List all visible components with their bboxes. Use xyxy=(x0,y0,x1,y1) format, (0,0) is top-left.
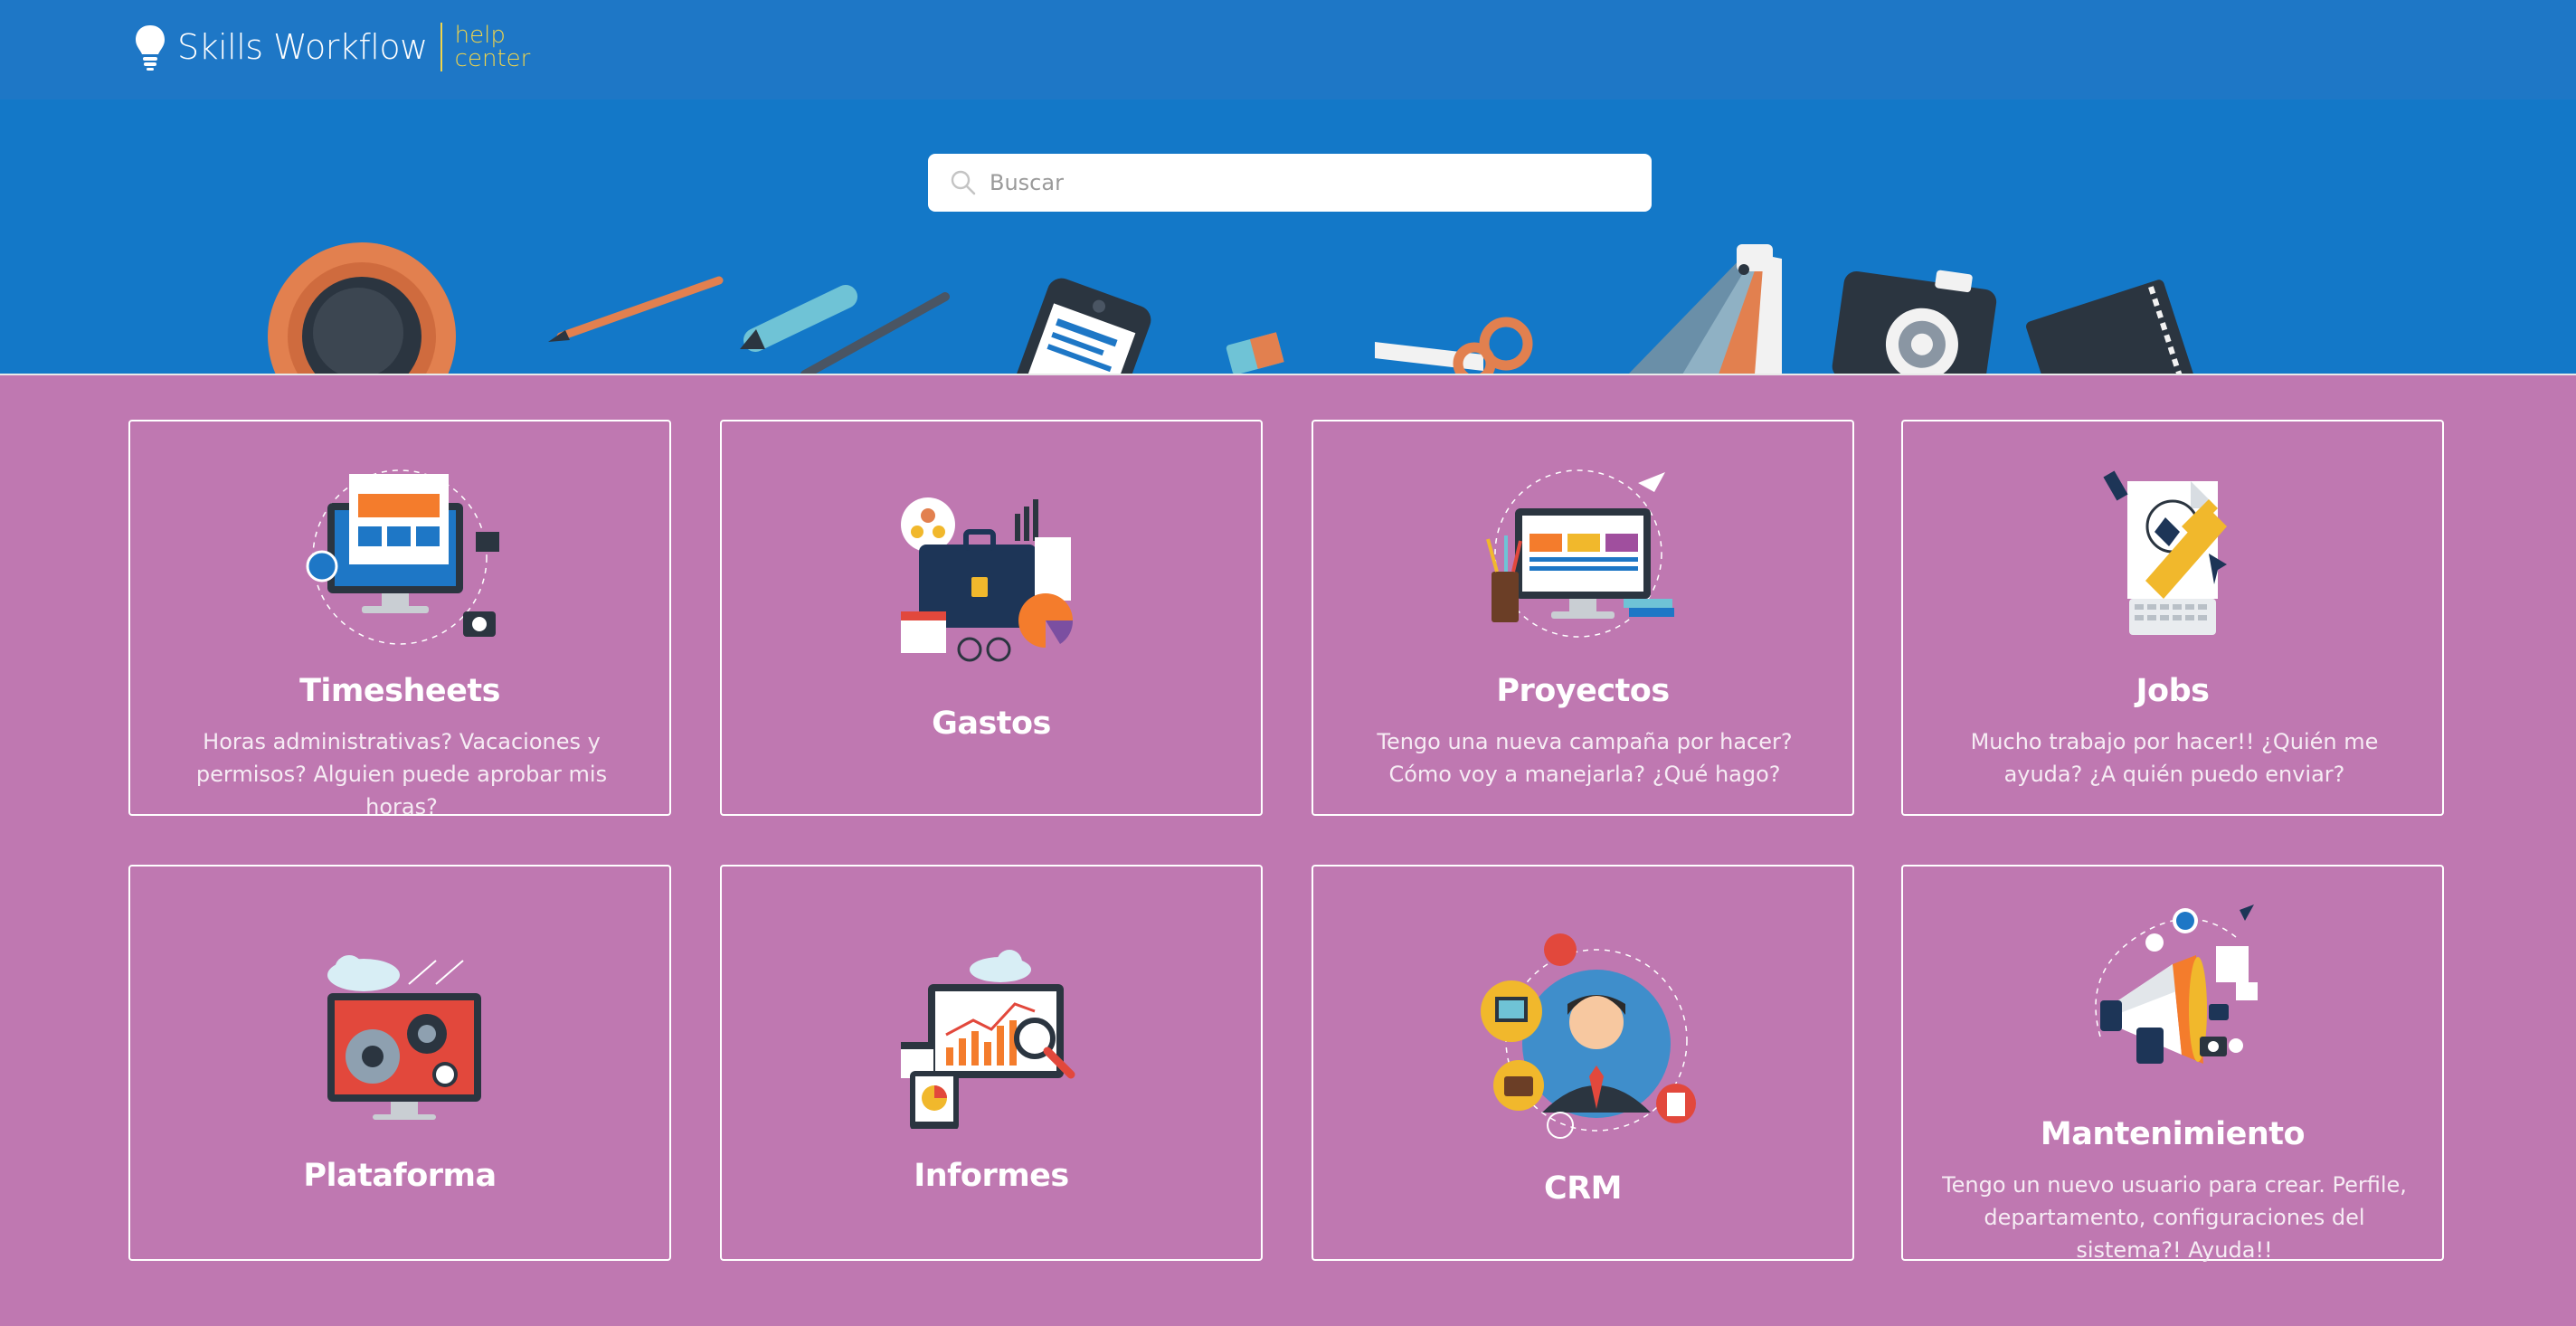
projects-illustration xyxy=(1486,469,1674,638)
hero-desk-illustration xyxy=(268,242,2195,374)
category-title: Plataforma xyxy=(303,1158,497,1194)
maintenance-illustration xyxy=(2095,905,2258,1064)
notebook-icon xyxy=(2026,279,2195,374)
category-card-informes[interactable]: Informes xyxy=(720,865,1263,1261)
category-description: Tengo un nuevo usuario para crear. Perfi… xyxy=(1942,1172,2407,1263)
hero-banner xyxy=(0,99,2576,374)
search-icon xyxy=(951,170,976,195)
hero-divider xyxy=(0,374,2576,375)
category-description: Tengo una nueva campaña por hacer? Cómo … xyxy=(1377,729,1793,787)
color-swatch-icon xyxy=(1628,244,1782,374)
category-title: Proyectos xyxy=(1496,673,1670,709)
platform-illustration xyxy=(327,955,481,1120)
category-title: Informes xyxy=(914,1158,1069,1194)
eraser-icon xyxy=(1226,332,1284,374)
category-title: Timesheets xyxy=(299,673,500,709)
category-description: Mucho trabajo por hacer!! ¿Quién me ayud… xyxy=(1970,729,2379,787)
coffee-cup-icon xyxy=(268,242,456,374)
search-box[interactable] xyxy=(928,154,1652,212)
category-title: Mantenimiento xyxy=(2040,1116,2306,1152)
reports-illustration xyxy=(901,950,1075,1129)
brand-subtitle: help center xyxy=(454,22,531,72)
marker-icon xyxy=(740,285,857,352)
jobs-illustration xyxy=(2103,470,2227,635)
expenses-illustration xyxy=(901,497,1074,662)
crm-illustration xyxy=(1481,933,1696,1139)
timesheet-illustration xyxy=(306,469,499,645)
category-title: Jobs xyxy=(2136,673,2210,709)
category-card-gastos[interactable]: Gastos xyxy=(720,420,1263,816)
brand-divider xyxy=(440,23,442,71)
category-card-crm[interactable]: CRM xyxy=(1312,865,1854,1261)
brand-name: Skills Workflow xyxy=(177,27,428,67)
top-bar: Skills Workflow help center xyxy=(0,0,2576,99)
category-title: CRM xyxy=(1544,1170,1622,1207)
category-card-proyectos[interactable]: Proyectos Tengo una nueva campaña por ha… xyxy=(1312,420,1854,816)
category-card-mantenimiento[interactable]: Mantenimiento Tengo un nuevo usuario par… xyxy=(1901,865,2444,1263)
camera-icon xyxy=(1832,270,1997,374)
category-card-plataforma[interactable]: Plataforma xyxy=(128,865,671,1261)
brand-logo[interactable]: Skills Workflow help center xyxy=(132,20,530,74)
scissors-icon xyxy=(1375,317,1533,374)
category-title: Gastos xyxy=(932,706,1051,742)
search-input[interactable] xyxy=(988,169,1624,196)
lightbulb-icon xyxy=(136,25,165,71)
paintbrush-icon xyxy=(548,276,724,342)
category-description: Horas administrativas? Vacaciones y perm… xyxy=(195,729,608,819)
phone-icon xyxy=(1004,278,1151,374)
category-card-jobs[interactable]: Jobs Mucho trabajo por hacer!! ¿Quién me… xyxy=(1901,420,2444,816)
category-card-timesheets[interactable]: Timesheets Horas administrativas? Vacaci… xyxy=(128,420,671,819)
